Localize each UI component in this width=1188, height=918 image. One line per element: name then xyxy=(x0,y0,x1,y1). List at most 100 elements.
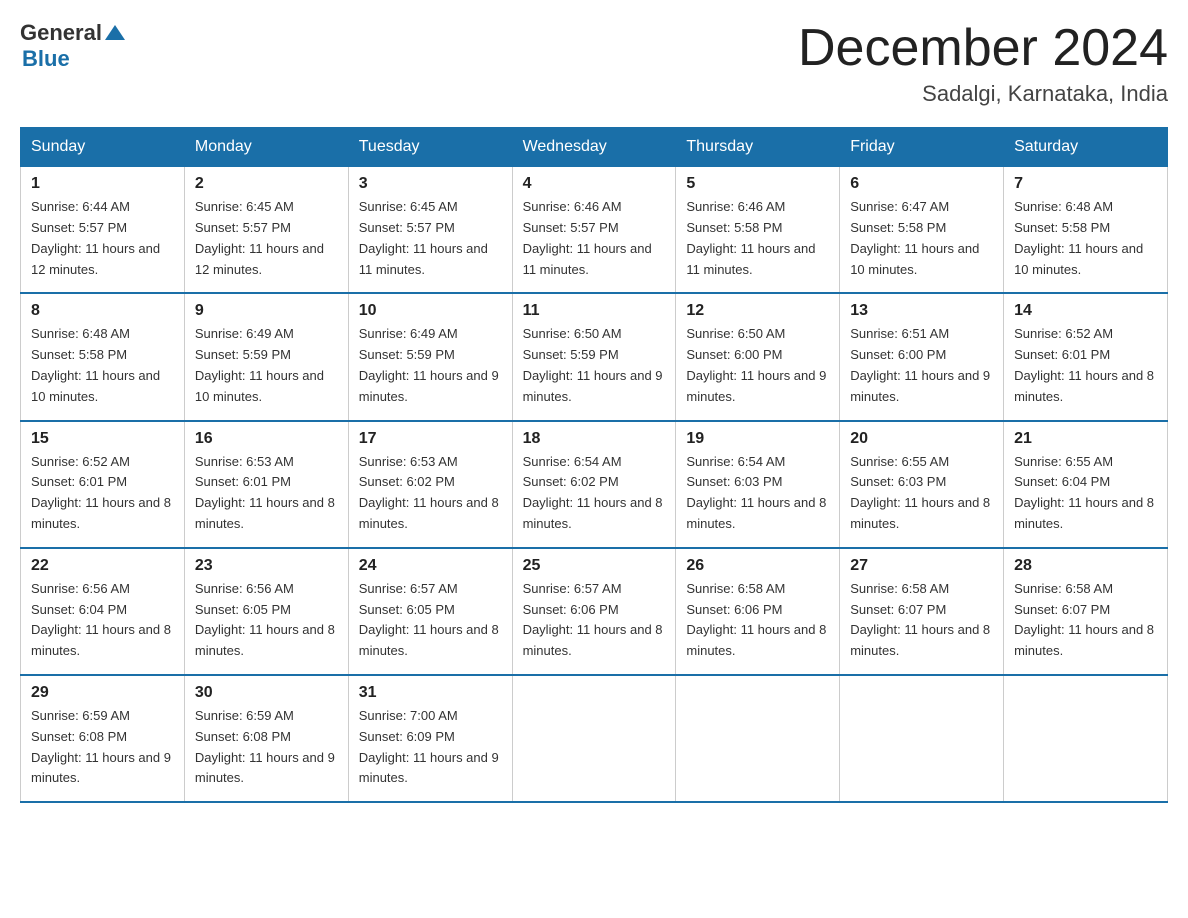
day-info: Sunrise: 6:56 AM Sunset: 6:05 PM Dayligh… xyxy=(195,579,338,662)
day-info: Sunrise: 6:59 AM Sunset: 6:08 PM Dayligh… xyxy=(195,706,338,789)
calendar-cell: 8 Sunrise: 6:48 AM Sunset: 5:58 PM Dayli… xyxy=(21,293,185,420)
day-info: Sunrise: 6:44 AM Sunset: 5:57 PM Dayligh… xyxy=(31,197,174,280)
day-number: 29 xyxy=(31,684,174,702)
calendar-cell: 16 Sunrise: 6:53 AM Sunset: 6:01 PM Dayl… xyxy=(184,421,348,548)
title-section: December 2024 Sadalgi, Karnataka, India xyxy=(798,20,1168,107)
day-number: 8 xyxy=(31,302,174,320)
day-info: Sunrise: 6:54 AM Sunset: 6:02 PM Dayligh… xyxy=(523,452,666,535)
day-info: Sunrise: 6:45 AM Sunset: 5:57 PM Dayligh… xyxy=(195,197,338,280)
calendar-cell xyxy=(676,675,840,802)
day-info: Sunrise: 6:58 AM Sunset: 6:07 PM Dayligh… xyxy=(1014,579,1157,662)
day-number: 27 xyxy=(850,557,993,575)
day-number: 18 xyxy=(523,430,666,448)
day-info: Sunrise: 6:49 AM Sunset: 5:59 PM Dayligh… xyxy=(359,324,502,407)
calendar-cell: 24 Sunrise: 6:57 AM Sunset: 6:05 PM Dayl… xyxy=(348,548,512,675)
calendar-cell: 23 Sunrise: 6:56 AM Sunset: 6:05 PM Dayl… xyxy=(184,548,348,675)
day-info: Sunrise: 6:46 AM Sunset: 5:58 PM Dayligh… xyxy=(686,197,829,280)
day-info: Sunrise: 6:52 AM Sunset: 6:01 PM Dayligh… xyxy=(1014,324,1157,407)
calendar-cell xyxy=(1004,675,1168,802)
month-title: December 2024 xyxy=(798,20,1168,77)
day-info: Sunrise: 7:00 AM Sunset: 6:09 PM Dayligh… xyxy=(359,706,502,789)
day-number: 3 xyxy=(359,175,502,193)
day-number: 12 xyxy=(686,302,829,320)
day-number: 19 xyxy=(686,430,829,448)
location-title: Sadalgi, Karnataka, India xyxy=(798,81,1168,107)
day-header-tuesday: Tuesday xyxy=(348,128,512,167)
day-info: Sunrise: 6:58 AM Sunset: 6:06 PM Dayligh… xyxy=(686,579,829,662)
day-header-thursday: Thursday xyxy=(676,128,840,167)
calendar-cell: 14 Sunrise: 6:52 AM Sunset: 6:01 PM Dayl… xyxy=(1004,293,1168,420)
day-info: Sunrise: 6:47 AM Sunset: 5:58 PM Dayligh… xyxy=(850,197,993,280)
day-info: Sunrise: 6:57 AM Sunset: 6:06 PM Dayligh… xyxy=(523,579,666,662)
day-header-wednesday: Wednesday xyxy=(512,128,676,167)
day-info: Sunrise: 6:55 AM Sunset: 6:03 PM Dayligh… xyxy=(850,452,993,535)
day-number: 20 xyxy=(850,430,993,448)
calendar-table: SundayMondayTuesdayWednesdayThursdayFrid… xyxy=(20,127,1168,803)
day-info: Sunrise: 6:46 AM Sunset: 5:57 PM Dayligh… xyxy=(523,197,666,280)
day-info: Sunrise: 6:55 AM Sunset: 6:04 PM Dayligh… xyxy=(1014,452,1157,535)
day-info: Sunrise: 6:57 AM Sunset: 6:05 PM Dayligh… xyxy=(359,579,502,662)
calendar-cell: 4 Sunrise: 6:46 AM Sunset: 5:57 PM Dayli… xyxy=(512,167,676,294)
logo-blue: Blue xyxy=(22,46,70,72)
calendar-week-row: 8 Sunrise: 6:48 AM Sunset: 5:58 PM Dayli… xyxy=(21,293,1168,420)
day-number: 5 xyxy=(686,175,829,193)
day-number: 16 xyxy=(195,430,338,448)
calendar-week-row: 1 Sunrise: 6:44 AM Sunset: 5:57 PM Dayli… xyxy=(21,167,1168,294)
calendar-cell: 6 Sunrise: 6:47 AM Sunset: 5:58 PM Dayli… xyxy=(840,167,1004,294)
calendar-cell: 25 Sunrise: 6:57 AM Sunset: 6:06 PM Dayl… xyxy=(512,548,676,675)
day-number: 1 xyxy=(31,175,174,193)
day-info: Sunrise: 6:51 AM Sunset: 6:00 PM Dayligh… xyxy=(850,324,993,407)
day-info: Sunrise: 6:54 AM Sunset: 6:03 PM Dayligh… xyxy=(686,452,829,535)
calendar-cell: 29 Sunrise: 6:59 AM Sunset: 6:08 PM Dayl… xyxy=(21,675,185,802)
calendar-cell: 20 Sunrise: 6:55 AM Sunset: 6:03 PM Dayl… xyxy=(840,421,1004,548)
logo-general: General xyxy=(20,20,102,46)
day-number: 9 xyxy=(195,302,338,320)
calendar-cell: 15 Sunrise: 6:52 AM Sunset: 6:01 PM Dayl… xyxy=(21,421,185,548)
calendar-cell: 30 Sunrise: 6:59 AM Sunset: 6:08 PM Dayl… xyxy=(184,675,348,802)
day-number: 11 xyxy=(523,302,666,320)
calendar-week-row: 29 Sunrise: 6:59 AM Sunset: 6:08 PM Dayl… xyxy=(21,675,1168,802)
calendar-cell: 9 Sunrise: 6:49 AM Sunset: 5:59 PM Dayli… xyxy=(184,293,348,420)
calendar-header-row: SundayMondayTuesdayWednesdayThursdayFrid… xyxy=(21,128,1168,167)
day-header-monday: Monday xyxy=(184,128,348,167)
calendar-cell: 26 Sunrise: 6:58 AM Sunset: 6:06 PM Dayl… xyxy=(676,548,840,675)
day-number: 23 xyxy=(195,557,338,575)
day-info: Sunrise: 6:50 AM Sunset: 5:59 PM Dayligh… xyxy=(523,324,666,407)
day-header-saturday: Saturday xyxy=(1004,128,1168,167)
logo: General Blue xyxy=(20,20,126,72)
calendar-cell: 12 Sunrise: 6:50 AM Sunset: 6:00 PM Dayl… xyxy=(676,293,840,420)
day-number: 24 xyxy=(359,557,502,575)
calendar-week-row: 22 Sunrise: 6:56 AM Sunset: 6:04 PM Dayl… xyxy=(21,548,1168,675)
calendar-cell xyxy=(512,675,676,802)
calendar-cell: 21 Sunrise: 6:55 AM Sunset: 6:04 PM Dayl… xyxy=(1004,421,1168,548)
day-number: 22 xyxy=(31,557,174,575)
day-header-sunday: Sunday xyxy=(21,128,185,167)
day-info: Sunrise: 6:53 AM Sunset: 6:01 PM Dayligh… xyxy=(195,452,338,535)
calendar-cell: 2 Sunrise: 6:45 AM Sunset: 5:57 PM Dayli… xyxy=(184,167,348,294)
calendar-cell xyxy=(840,675,1004,802)
calendar-cell: 31 Sunrise: 7:00 AM Sunset: 6:09 PM Dayl… xyxy=(348,675,512,802)
day-number: 7 xyxy=(1014,175,1157,193)
day-info: Sunrise: 6:45 AM Sunset: 5:57 PM Dayligh… xyxy=(359,197,502,280)
day-number: 30 xyxy=(195,684,338,702)
day-number: 2 xyxy=(195,175,338,193)
day-info: Sunrise: 6:52 AM Sunset: 6:01 PM Dayligh… xyxy=(31,452,174,535)
calendar-cell: 11 Sunrise: 6:50 AM Sunset: 5:59 PM Dayl… xyxy=(512,293,676,420)
day-info: Sunrise: 6:48 AM Sunset: 5:58 PM Dayligh… xyxy=(31,324,174,407)
calendar-cell: 19 Sunrise: 6:54 AM Sunset: 6:03 PM Dayl… xyxy=(676,421,840,548)
calendar-cell: 18 Sunrise: 6:54 AM Sunset: 6:02 PM Dayl… xyxy=(512,421,676,548)
day-header-friday: Friday xyxy=(840,128,1004,167)
day-number: 13 xyxy=(850,302,993,320)
calendar-cell: 28 Sunrise: 6:58 AM Sunset: 6:07 PM Dayl… xyxy=(1004,548,1168,675)
day-number: 4 xyxy=(523,175,666,193)
logo-triangle-icon xyxy=(104,22,126,44)
calendar-cell: 10 Sunrise: 6:49 AM Sunset: 5:59 PM Dayl… xyxy=(348,293,512,420)
day-number: 15 xyxy=(31,430,174,448)
page-header: General Blue December 2024 Sadalgi, Karn… xyxy=(20,20,1168,107)
day-number: 10 xyxy=(359,302,502,320)
calendar-cell: 27 Sunrise: 6:58 AM Sunset: 6:07 PM Dayl… xyxy=(840,548,1004,675)
day-number: 14 xyxy=(1014,302,1157,320)
day-info: Sunrise: 6:53 AM Sunset: 6:02 PM Dayligh… xyxy=(359,452,502,535)
day-info: Sunrise: 6:49 AM Sunset: 5:59 PM Dayligh… xyxy=(195,324,338,407)
day-info: Sunrise: 6:50 AM Sunset: 6:00 PM Dayligh… xyxy=(686,324,829,407)
